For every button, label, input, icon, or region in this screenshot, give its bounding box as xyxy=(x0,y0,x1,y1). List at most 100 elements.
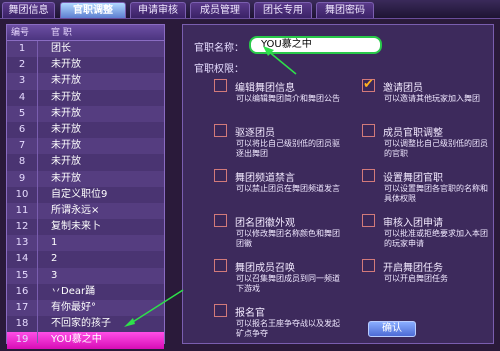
list-item-name: 所谓永远× xyxy=(51,204,100,216)
permission-item: 编辑舞团信息 可以编辑舞团简介和舞团公告 xyxy=(214,77,354,117)
permission-title: 驱逐团员 xyxy=(235,128,275,139)
list-item-num: 11 xyxy=(15,204,29,216)
list-item[interactable]: 2 未开放 xyxy=(7,57,164,74)
permission-item: 审核入团申请 可以批准或拒绝要求加入本团的玩家申请 xyxy=(362,212,500,252)
list-item-name: 未开放 xyxy=(51,156,81,168)
list-item[interactable]: 1 团长 xyxy=(7,41,164,58)
list-item[interactable]: 15 3 xyxy=(7,267,164,284)
permission-item: 开启舞团任务 可以开启舞团任务 xyxy=(362,257,500,297)
list-item-num: 19 xyxy=(15,334,29,346)
list-item-name: 有你最好° xyxy=(51,302,96,313)
tab-leader-only[interactable]: 团长专用 xyxy=(254,2,312,18)
permission-desc: 可以编辑舞团简介和舞团公告 xyxy=(236,94,340,103)
permission-desc: 可以禁止团员在舞团频道发言 xyxy=(236,184,340,193)
list-item-num: 4 xyxy=(18,91,26,103)
permission-checkbox[interactable] xyxy=(214,124,227,137)
list-item[interactable]: 11 所谓永远× xyxy=(7,202,164,220)
list-item-num: 16 xyxy=(15,285,29,297)
list-item-num: 13 xyxy=(15,237,29,249)
permission-checkbox[interactable] xyxy=(362,259,375,272)
list-item[interactable]: 6 未开放 xyxy=(7,121,164,139)
list-item-name: 未开放 xyxy=(51,59,81,71)
permission-title: 成员官职调整 xyxy=(383,128,443,139)
list-rows: 1 团长 2 未开放 3 未开放 4 未开放 5 未开放 6 未开放 7 未开放 8 未开放 9 未开放 10 自定义… xyxy=(7,41,164,349)
permission-checkbox[interactable] xyxy=(214,259,227,272)
list-item-num: 8 xyxy=(18,156,26,168)
list-item[interactable]: 10 自定义职位9 xyxy=(7,186,164,203)
list-item[interactable]: 3 未开放 xyxy=(7,73,164,90)
permission-checkbox[interactable] xyxy=(214,304,227,317)
tab-application-review[interactable]: 申请审核 xyxy=(130,2,186,18)
list-item-num: 7 xyxy=(18,140,26,152)
permission-title: 设置舞团官职 xyxy=(383,173,443,184)
list-item-name: 丷Dear踊 xyxy=(51,285,96,297)
position-settings-panel: 官职名称： YOU慕之中 官职权限： 编辑舞团信息可以编辑舞团简介和舞团公告 邀请… xyxy=(182,24,494,344)
list-item-name: 未开放 xyxy=(51,172,81,184)
list-item-name: 1 xyxy=(51,237,58,249)
permission-checkbox[interactable] xyxy=(362,169,375,182)
list-item[interactable]: 17 有你最好° xyxy=(7,300,164,317)
permission-title: 编辑舞团信息 xyxy=(235,83,295,94)
list-header-num: 编号 xyxy=(11,28,30,38)
list-item-name: 未开放 xyxy=(51,140,81,152)
list-item[interactable]: 12 复制未来卜 xyxy=(7,219,164,236)
list-item[interactable]: 7 未开放 xyxy=(7,138,164,155)
list-item-num: 2 xyxy=(18,59,26,71)
list-item[interactable]: 8 未开放 xyxy=(7,154,164,171)
permission-title: 团名团徽外观 xyxy=(235,218,295,229)
permission-title: 舞团成员召唤 xyxy=(235,263,295,274)
permission-desc: 可以批准或拒绝要求加入本团的玩家申请 xyxy=(384,229,488,248)
permission-checkbox[interactable] xyxy=(214,79,227,92)
list-item-name: 未开放 xyxy=(51,75,81,87)
list-item[interactable]: 18 不回家的孩子 xyxy=(7,316,164,333)
permission-item: 团名团徽外观 可以修改舞团名称颜色和舞团团徽 xyxy=(214,212,354,252)
position-name-input[interactable]: YOU慕之中 xyxy=(249,36,382,54)
permission-desc: 可以召集舞团成员到同一频道下游戏 xyxy=(236,274,340,293)
list-item-num: 6 xyxy=(18,123,26,135)
permission-item: 成员官职调整 可以调整比自己级别低的团员的官职 xyxy=(362,122,500,162)
permission-checkbox[interactable] xyxy=(362,124,375,137)
list-item[interactable]: 16 丷Dear踊 xyxy=(7,283,164,300)
list-item[interactable]: 13 1 xyxy=(7,235,164,252)
list-item[interactable]: 14 2 xyxy=(7,251,164,268)
list-item-name: 团长 xyxy=(51,43,71,54)
permission-checkbox[interactable] xyxy=(362,214,375,227)
list-header: 编号 官 职 xyxy=(7,25,164,41)
confirm-button[interactable]: 确认 xyxy=(368,321,416,337)
list-item[interactable]: 9 未开放 xyxy=(7,170,164,187)
permission-title: 审核入团申请 xyxy=(383,218,443,229)
permission-checkbox[interactable] xyxy=(214,169,227,182)
permission-desc: 可以调整比自己级别低的团员的官职 xyxy=(384,139,488,158)
list-item-num: 1 xyxy=(18,43,26,54)
permission-desc: 可以开启舞团任务 xyxy=(384,274,448,283)
tab-guild-info[interactable]: 舞团信息 xyxy=(2,2,55,18)
permission-desc: 可以修改舞团名称颜色和舞团团徽 xyxy=(236,229,340,248)
tab-member-manage[interactable]: 成员管理 xyxy=(190,2,250,18)
list-item[interactable]: 19 YOU慕之中 xyxy=(7,332,164,349)
permission-title: 舞团频道禁言 xyxy=(235,173,295,184)
list-item-name: 未开放 xyxy=(51,91,81,103)
list-item-num: 9 xyxy=(18,172,26,184)
list-item-num: 3 xyxy=(18,75,26,87)
permission-checkbox[interactable] xyxy=(362,77,375,92)
permission-item: 邀请团员可以邀请其他玩家加入舞团 xyxy=(362,77,500,117)
permission-desc: 可以将比自己级别低的团员驱逐出舞团 xyxy=(236,139,340,158)
list-item-name: 不回家的孩子 xyxy=(51,318,111,330)
list-item-num: 17 xyxy=(15,302,29,313)
list-item-name: YOU慕之中 xyxy=(51,334,102,346)
list-header-name: 官 职 xyxy=(51,28,72,38)
name-label: 官职名称： xyxy=(194,43,244,54)
list-item[interactable]: 4 未开放 xyxy=(7,89,164,106)
tab-guild-password[interactable]: 舞团密码 xyxy=(316,2,374,18)
permission-checkbox[interactable] xyxy=(214,214,227,227)
permission-title: 开启舞团任务 xyxy=(383,263,443,274)
list-item-name: 复制未来卜 xyxy=(51,221,101,233)
permission-desc: 可以邀请其他玩家加入舞团 xyxy=(384,94,480,103)
permission-label: 官职权限： xyxy=(194,64,244,75)
permission-title: 报名官 xyxy=(235,308,265,319)
list-item-name: 未开放 xyxy=(51,107,81,119)
permission-item: 舞团频道禁言 可以禁止团员在舞团频道发言 xyxy=(214,167,354,207)
tab-position-adjust[interactable]: 官职调整 xyxy=(60,2,126,18)
list-item[interactable]: 5 未开放 xyxy=(7,105,164,122)
permission-desc: 可以设置舞团各官职的名称和具体权限 xyxy=(384,184,488,203)
